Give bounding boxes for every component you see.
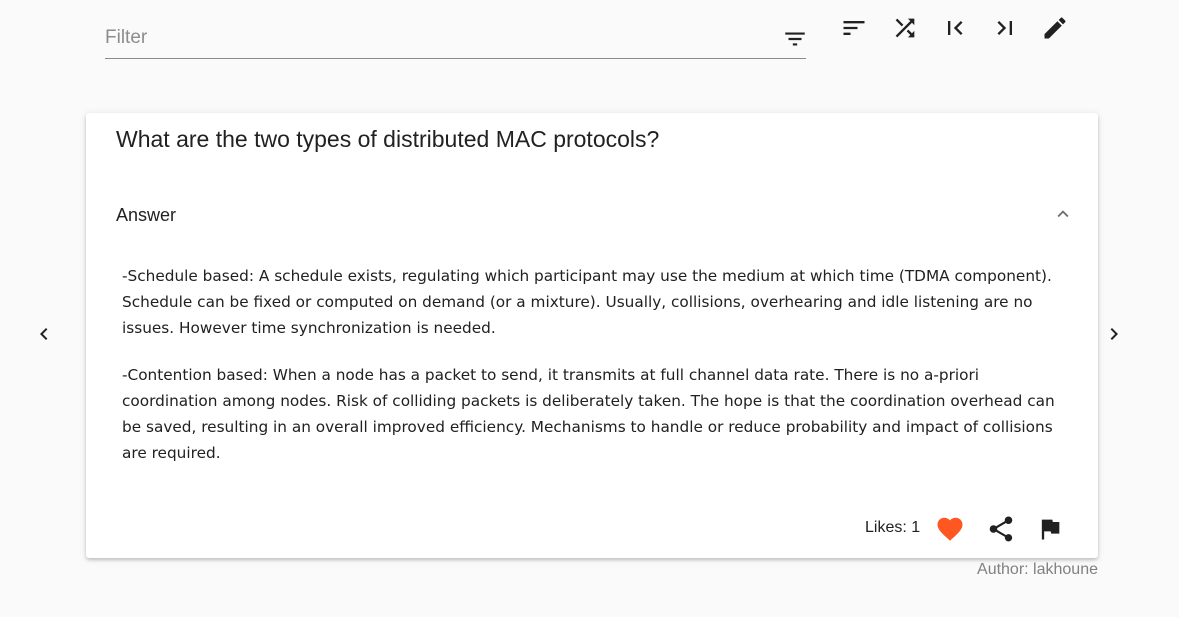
filter-field bbox=[105, 22, 806, 59]
edit-button[interactable] bbox=[1041, 14, 1069, 42]
last-card-button[interactable] bbox=[991, 14, 1019, 42]
chevron-right-icon bbox=[1102, 328, 1126, 350]
filter-list-icon[interactable] bbox=[782, 26, 808, 52]
first-card-button[interactable] bbox=[941, 14, 969, 42]
flashcard: What are the two types of distributed MA… bbox=[86, 113, 1098, 558]
sort-button[interactable] bbox=[840, 14, 868, 42]
sort-icon bbox=[840, 14, 868, 42]
last-page-icon bbox=[991, 14, 1019, 42]
share-icon[interactable] bbox=[986, 514, 1016, 544]
flag-icon[interactable] bbox=[1036, 515, 1064, 543]
card-actions: Likes: 1 bbox=[698, 513, 1098, 543]
chevron-up-icon[interactable] bbox=[1052, 203, 1074, 225]
answer-expansion-header[interactable]: Answer bbox=[86, 197, 1098, 233]
first-page-icon bbox=[941, 14, 969, 42]
likes-count: Likes: 1 bbox=[865, 519, 921, 536]
previous-card-button[interactable] bbox=[32, 322, 56, 346]
heart-icon[interactable] bbox=[935, 514, 965, 544]
chevron-left-icon bbox=[32, 328, 56, 350]
pencil-icon bbox=[1041, 14, 1069, 42]
filter-input[interactable] bbox=[105, 22, 765, 54]
shuffle-button[interactable] bbox=[891, 14, 919, 42]
answer-label: Answer bbox=[116, 205, 177, 225]
author-label: Author: lakhoune bbox=[977, 561, 1098, 578]
question-text: What are the two types of distributed MA… bbox=[116, 126, 660, 152]
answer-content: -Schedule based: A schedule exists, regu… bbox=[122, 263, 1072, 486]
next-card-button[interactable] bbox=[1102, 322, 1126, 346]
shuffle-icon bbox=[891, 14, 919, 42]
answer-paragraph: -Schedule based: A schedule exists, regu… bbox=[122, 267, 1052, 338]
answer-paragraph: -Contention based: When a node has a pac… bbox=[122, 365, 1055, 463]
